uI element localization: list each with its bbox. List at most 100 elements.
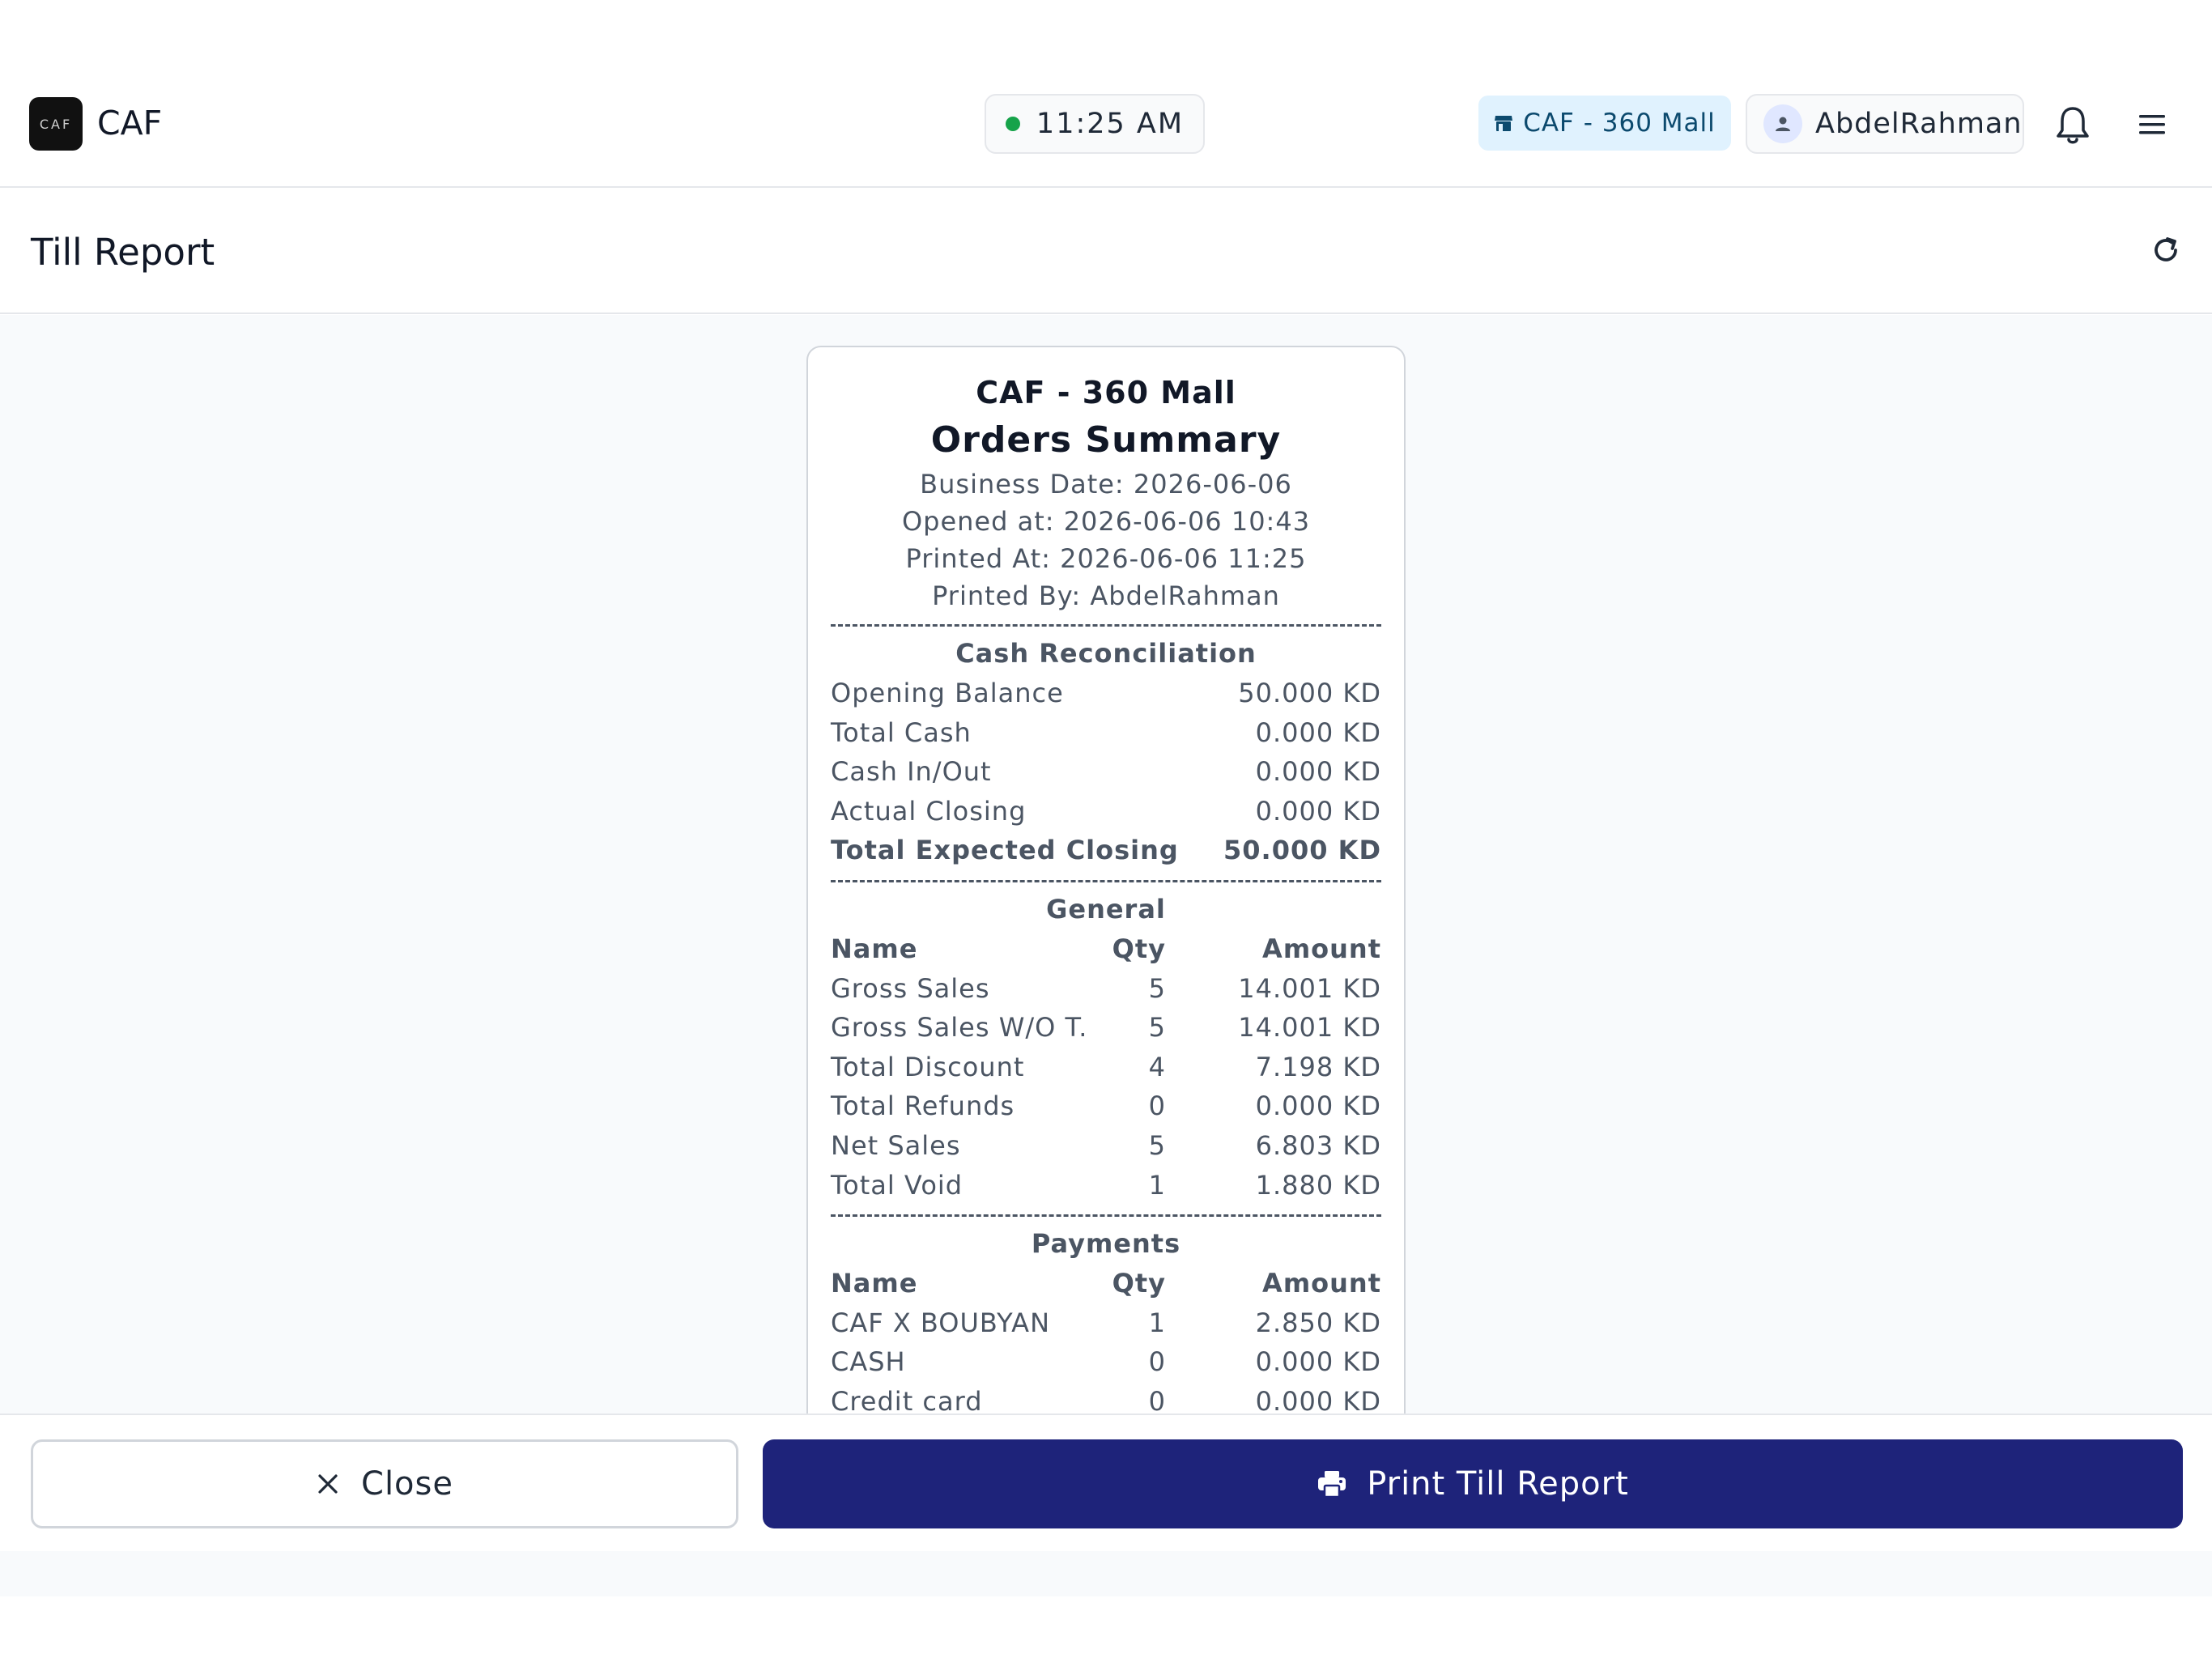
row-qty: 5 (1148, 972, 1166, 1004)
bell-icon[interactable] (2053, 104, 2092, 146)
cash-row-value: 0.000 KD (1255, 716, 1381, 748)
print-button-label: Print Till Report (1367, 1465, 1629, 1503)
table-header: Name Qty Amount (831, 1264, 1381, 1303)
row-amount: 7.198 KD (1255, 1051, 1381, 1082)
store-icon (1495, 116, 1513, 131)
cash-total-row: Total Expected Closing 50.000 KD (831, 831, 1381, 870)
online-status-dot (1005, 117, 1020, 131)
receipt-title: Orders Summary (930, 419, 1282, 461)
cash-row: Cash In/Out 0.000 KD (831, 752, 1381, 792)
row-qty: 0 (1148, 1385, 1166, 1414)
cash-row-value: 0.000 KD (1255, 795, 1381, 827)
cash-row: Actual Closing 0.000 KD (831, 792, 1381, 831)
cash-row-label: Total Cash (831, 716, 972, 748)
column-amount: Amount (1262, 1268, 1381, 1299)
table-row: Gross Sales 5 14.001 KD (831, 969, 1381, 1009)
row-name: Total Refunds (831, 1090, 1015, 1122)
row-amount: 0.000 KD (1255, 1346, 1381, 1378)
row-name: Credit card (831, 1385, 983, 1414)
row-name: Total Void (831, 1169, 963, 1201)
row-qty: 5 (1148, 1129, 1166, 1161)
opened-at: Opened at: 2026-06-06 10:43 (901, 506, 1311, 537)
column-qty: Qty (1112, 1268, 1166, 1299)
row-amount: 14.001 KD (1238, 1012, 1381, 1044)
row-qty: 1 (1148, 1169, 1166, 1201)
avatar (1763, 104, 1802, 143)
section-heading-payments: Payments (1031, 1228, 1181, 1260)
table-row: CASH 0 0.000 KD (831, 1342, 1381, 1382)
print-till-report-button[interactable]: Print Till Report (763, 1439, 2183, 1528)
row-qty: 5 (1148, 1012, 1166, 1044)
logo-text: CAF (39, 116, 73, 132)
menu-icon[interactable] (2134, 108, 2170, 141)
user-menu[interactable]: AbdelRahman (1746, 94, 2024, 154)
footer-spacer (0, 1551, 2212, 1596)
user-icon (1776, 117, 1790, 131)
app-logo[interactable]: CAF (29, 97, 83, 151)
row-amount: 0.000 KD (1255, 1090, 1381, 1122)
column-name: Name (831, 1268, 918, 1299)
row-name: CASH (831, 1346, 906, 1378)
cash-row: Total Cash 0.000 KD (831, 713, 1381, 753)
table-row: CAF X BOUBYAN 1 2.850 KD (831, 1303, 1381, 1343)
till-report-receipt: CAF - 360 Mall Orders Summary Business D… (806, 346, 1406, 1414)
column-amount: Amount (1262, 933, 1381, 964)
divider (831, 879, 1381, 882)
row-amount: 1.880 KD (1255, 1169, 1381, 1201)
column-qty: Qty (1112, 933, 1166, 964)
table-row: Credit card 0 0.000 KD (831, 1382, 1381, 1414)
table-header: Name Qty Amount (831, 929, 1381, 969)
row-name: CAF X BOUBYAN (831, 1307, 1050, 1338)
clock-status: 11:25 AM (985, 94, 1205, 154)
page-header: Till Report (0, 188, 2212, 314)
table-row: Total Void 1 1.880 KD (831, 1166, 1381, 1205)
table-row: Net Sales 5 6.803 KD (831, 1126, 1381, 1166)
row-qty: 1 (1148, 1307, 1166, 1338)
action-footer: Close Print Till Report (0, 1414, 2212, 1551)
divider (831, 1214, 1381, 1218)
row-qty: 4 (1148, 1051, 1166, 1082)
page-title: Till Report (31, 231, 215, 274)
close-button-label: Close (361, 1465, 453, 1503)
section-heading-general: General (1046, 893, 1166, 925)
cash-row-label: Total Expected Closing (831, 835, 1179, 866)
app-name: CAF (97, 104, 163, 142)
refresh-icon[interactable] (2150, 235, 2181, 266)
printed-by: Printed By: AbdelRahman (932, 580, 1280, 611)
row-name: Net Sales (831, 1129, 961, 1161)
table-row: Gross Sales W/O T. 5 14.001 KD (831, 1008, 1381, 1048)
user-name: AbdelRahman (1815, 108, 2023, 140)
printed-at: Printed At: 2026-06-06 11:25 (905, 543, 1307, 574)
section-heading-cash: Cash Reconciliation (955, 638, 1257, 669)
close-icon (318, 1474, 338, 1494)
cash-row-label: Opening Balance (831, 678, 1064, 708)
receipt-store-name: CAF - 360 Mall (976, 375, 1236, 410)
row-name: Total Discount (831, 1051, 1025, 1082)
row-qty: 0 (1148, 1346, 1166, 1378)
row-amount: 2.850 KD (1255, 1307, 1381, 1338)
row-amount: 14.001 KD (1238, 972, 1381, 1004)
store-badge[interactable]: CAF - 360 Mall (1478, 96, 1731, 151)
row-qty: 0 (1148, 1090, 1166, 1122)
clock-time: 11:25 AM (1036, 108, 1185, 140)
row-name: Gross Sales (831, 972, 990, 1004)
cash-row-value: 50.000 KD (1223, 835, 1381, 866)
row-amount: 6.803 KD (1255, 1129, 1381, 1161)
table-row: Total Discount 4 7.198 KD (831, 1048, 1381, 1087)
cash-row: Opening Balance 50.000 KD (831, 674, 1381, 713)
table-row: Total Refunds 0 0.000 KD (831, 1086, 1381, 1126)
cash-row-label: Cash In/Out (831, 756, 992, 788)
top-header: CAF CAF 11:25 AM CAF - 360 Mall AbdelRah… (0, 0, 2212, 188)
cash-row-value: 50.000 KD (1238, 678, 1381, 708)
store-name: CAF - 360 Mall (1523, 108, 1716, 138)
row-name: Gross Sales W/O T. (831, 1012, 1088, 1044)
printer-icon (1318, 1471, 1346, 1499)
cash-row-label: Actual Closing (831, 795, 1027, 827)
row-amount: 0.000 KD (1255, 1385, 1381, 1414)
close-button[interactable]: Close (31, 1439, 738, 1528)
cash-row-value: 0.000 KD (1255, 756, 1381, 788)
business-date: Business Date: 2026-06-06 (920, 469, 1292, 500)
report-preview-area[interactable]: CAF - 360 Mall Orders Summary Business D… (0, 315, 2212, 1414)
divider (831, 624, 1381, 627)
column-name: Name (831, 933, 918, 964)
